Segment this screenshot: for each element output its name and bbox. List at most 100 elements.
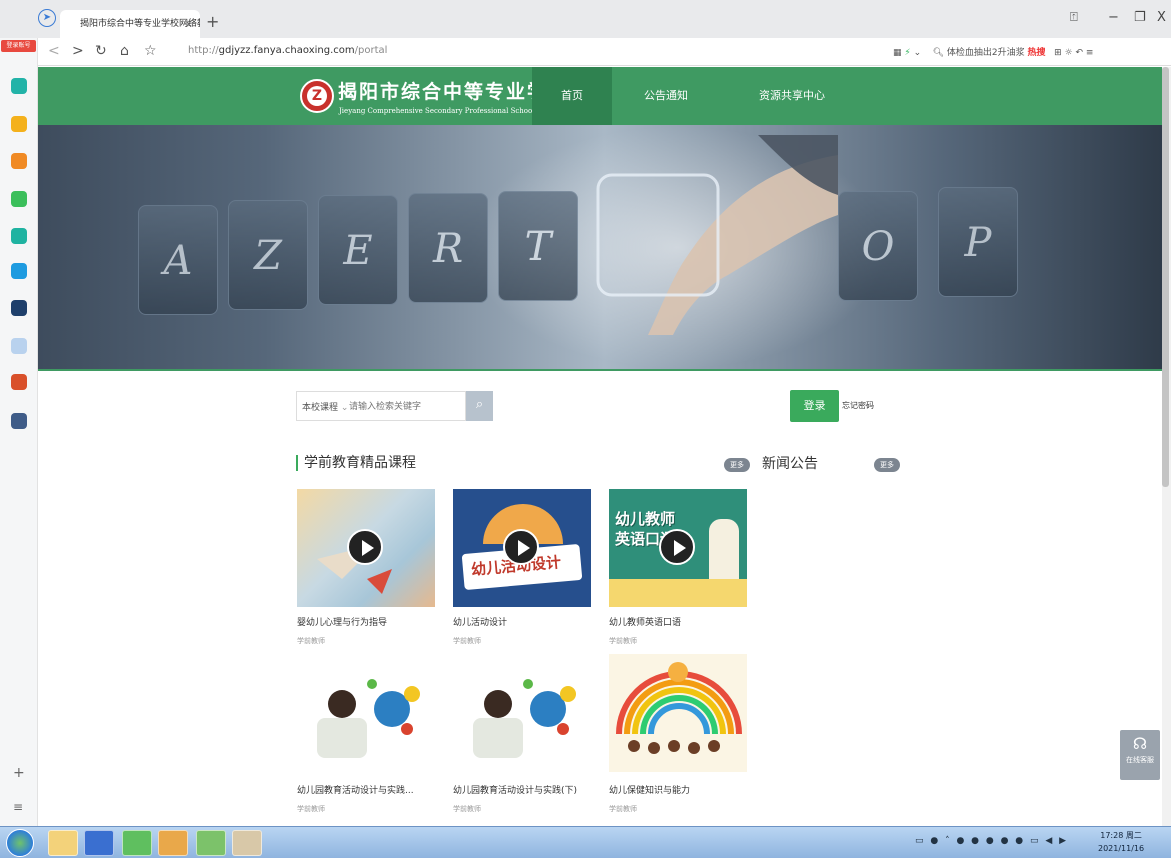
- course-thumbnail[interactable]: 幼儿教师英语口语: [609, 489, 747, 607]
- mail-icon[interactable]: [11, 191, 27, 207]
- address-bar: < > ↻ ⌂ ☆ http://gdjyzz.fanya.chaoxing.c…: [38, 38, 1171, 66]
- course-teacher: 学前教师: [453, 637, 481, 645]
- course-thumbnail[interactable]: [609, 654, 747, 772]
- hand-illustration: [596, 135, 838, 335]
- close-window-button[interactable]: X: [1157, 10, 1166, 25]
- scrollbar-thumb[interactable]: [1162, 67, 1169, 487]
- course-card[interactable]: 幼儿园教育活动设计与实践... 学前教师: [297, 654, 437, 813]
- play-icon[interactable]: [347, 529, 383, 565]
- home-icon[interactable]: ⌂: [120, 43, 129, 59]
- forward-icon[interactable]: >: [72, 43, 84, 59]
- dropdown-icon[interactable]: ⌄: [914, 48, 922, 58]
- minimize-button[interactable]: −: [1108, 10, 1119, 25]
- play-icon[interactable]: [503, 529, 539, 565]
- clock[interactable]: 17:28 周二 2021/11/16: [1098, 829, 1144, 855]
- url-field[interactable]: http://gdjyzz.fanya.chaoxing.com/portal: [188, 45, 387, 56]
- new-tab-button[interactable]: +: [206, 12, 219, 31]
- course-thumbnail[interactable]: [297, 654, 435, 772]
- login-button[interactable]: 登录: [790, 390, 839, 422]
- lightning-icon[interactable]: ⚡: [904, 48, 910, 58]
- headset-icon: ☊: [1132, 734, 1148, 753]
- app-icon-5[interactable]: [11, 228, 27, 244]
- key-p: P: [938, 187, 1018, 297]
- undo-icon[interactable]: ↶: [1076, 48, 1084, 58]
- play-icon[interactable]: [659, 529, 695, 565]
- wechat-icon[interactable]: [122, 830, 152, 856]
- key-r: R: [408, 193, 488, 303]
- nav-resource-center[interactable]: 资源共享中心: [742, 67, 842, 125]
- online-service-button[interactable]: ☊ 在线客服: [1120, 730, 1160, 780]
- search-hint-text[interactable]: 体检血抽出2升油浆: [947, 48, 1025, 58]
- search-hint-icon[interactable]: 🔍︎: [933, 48, 944, 58]
- start-button-icon[interactable]: [6, 829, 34, 857]
- refresh-icon[interactable]: ↻: [95, 43, 107, 59]
- url-host: gdjyzz.fanya.chaoxing.com: [218, 45, 355, 56]
- back-icon[interactable]: <: [48, 43, 60, 59]
- course-card[interactable]: 幼儿教师英语口语 幼儿教师英语口语 学前教师: [609, 489, 749, 645]
- course-thumbnail[interactable]: [297, 489, 435, 607]
- key-z: Z: [228, 200, 308, 310]
- news-more-button[interactable]: 更多: [874, 458, 900, 472]
- skin-icon[interactable]: ⍐: [1070, 10, 1078, 25]
- weibo-icon[interactable]: [11, 153, 27, 169]
- course-thumbnail[interactable]: [453, 654, 591, 772]
- search-scope-select[interactable]: 本校课程 ⌄: [302, 400, 348, 413]
- news-section-title: 新闻公告: [762, 456, 818, 472]
- course-title[interactable]: 幼儿园教育活动设计与实践(下): [453, 783, 577, 796]
- search-box: 本校课程 ⌄: [296, 391, 466, 421]
- app-icon-1[interactable]: [11, 78, 27, 94]
- course-teacher: 学前教师: [609, 805, 637, 813]
- course-title[interactable]: 幼儿教师英语口语: [609, 615, 681, 628]
- game-icon-2[interactable]: [11, 413, 27, 429]
- menu-icon[interactable]: ≡: [1086, 48, 1094, 58]
- add-app-icon[interactable]: +: [13, 765, 25, 781]
- course-teacher: 学前教师: [297, 805, 325, 813]
- school-name-en: Jieyang Comprehensive Secondary Professi…: [339, 107, 535, 115]
- course-title[interactable]: 幼儿保健知识与能力: [609, 783, 690, 796]
- page-scrollbar[interactable]: [1162, 67, 1171, 827]
- app-icon-people[interactable]: [158, 830, 188, 856]
- course-title[interactable]: 婴幼儿心理与行为指导: [297, 615, 387, 628]
- login-account-tag[interactable]: 登录账号: [1, 40, 36, 52]
- apps-grid-icon[interactable]: ▦: [893, 48, 902, 58]
- course-title[interactable]: 幼儿园教育活动设计与实践...: [297, 783, 414, 796]
- restore-button[interactable]: ❐: [1134, 10, 1146, 25]
- school-logo-icon[interactable]: Z: [300, 79, 334, 113]
- forgot-password-link[interactable]: 忘记密码: [842, 400, 874, 411]
- nav-announcements[interactable]: 公告通知: [626, 67, 706, 125]
- paint-icon[interactable]: [232, 830, 262, 856]
- extensions-icon[interactable]: ⊞: [1054, 48, 1062, 58]
- browser-tab[interactable]: 揭阳市综合中等专业学校网络教... x: [60, 10, 200, 38]
- course-card[interactable]: 幼儿园教育活动设计与实践(下) 学前教师: [453, 654, 593, 813]
- sidebar-menu-icon[interactable]: ≡: [13, 800, 23, 814]
- favorites-icon[interactable]: [11, 116, 27, 132]
- courses-more-button[interactable]: 更多: [724, 458, 750, 472]
- key-o: O: [838, 191, 918, 301]
- course-thumbnail[interactable]: 幼儿活动设计: [453, 489, 591, 607]
- app-icon-6[interactable]: [11, 263, 27, 279]
- course-card[interactable]: 婴幼儿心理与行为指导 学前教师: [297, 489, 437, 645]
- search-input[interactable]: [349, 397, 459, 417]
- nav-home[interactable]: 首页: [532, 67, 612, 125]
- bookmark-star-icon[interactable]: ☆: [144, 43, 157, 59]
- course-card[interactable]: 幼儿保健知识与能力 学前教师: [609, 654, 749, 813]
- brightness-icon[interactable]: ☼: [1065, 48, 1073, 58]
- tab-close-icon[interactable]: x: [185, 10, 192, 38]
- app-icon-7[interactable]: [11, 300, 27, 316]
- hero-divider: [38, 369, 1171, 371]
- system-tray[interactable]: ▭ ● ˄ ● ● ● ● ● ▭ ◀ ▶: [915, 836, 1068, 846]
- course-title[interactable]: 幼儿活动设计: [453, 615, 507, 628]
- key-e: E: [318, 195, 398, 305]
- url-path: /portal: [354, 45, 388, 56]
- url-prefix: http://: [188, 45, 219, 56]
- game-icon-1[interactable]: [11, 374, 27, 390]
- file-explorer-icon[interactable]: [48, 830, 78, 856]
- course-card[interactable]: 幼儿活动设计 幼儿活动设计 学前教师: [453, 489, 593, 645]
- document-icon[interactable]: [11, 338, 27, 354]
- wps-icon[interactable]: [84, 830, 114, 856]
- key-t: T: [498, 191, 578, 301]
- search-button[interactable]: ⌕: [466, 391, 493, 421]
- hot-search-label[interactable]: 热搜: [1028, 48, 1046, 58]
- navigation-icon[interactable]: ➤: [38, 9, 56, 27]
- browser-task-icon[interactable]: [196, 830, 226, 856]
